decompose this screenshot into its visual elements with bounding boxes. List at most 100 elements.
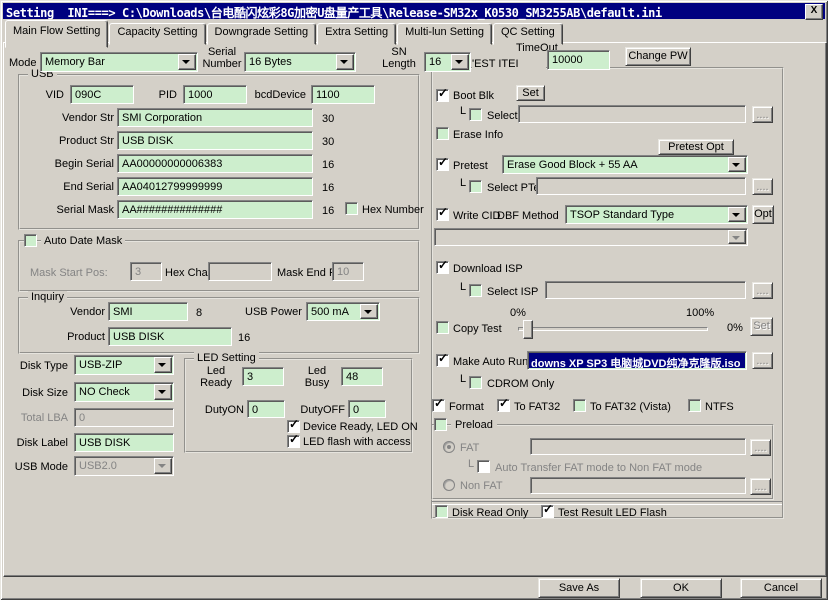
bcddevice-label: bcdDevice (240, 89, 306, 101)
chevron-down-icon[interactable] (154, 357, 172, 373)
to-fat32-label: To FAT32 (514, 401, 560, 413)
format-checkbox[interactable]: ✓ (432, 399, 445, 412)
inquiry-vendor-label: Vendor (30, 306, 105, 318)
dutyon-field[interactable]: 0 (247, 400, 285, 418)
usb-power-label: USB Power (245, 306, 302, 318)
product-str-count: 30 (322, 136, 334, 148)
led-flash-checkbox[interactable]: ✓ (287, 435, 300, 448)
sn-length-label: SN (376, 46, 422, 58)
write-cid-checkbox[interactable]: ✓ (436, 208, 449, 221)
to-fat32-vista-checkbox[interactable] (573, 399, 586, 412)
disk-type-select[interactable]: USB-ZIP (74, 355, 174, 375)
tree-connector: L (460, 105, 466, 117)
slider-min-label: 0% (510, 307, 526, 319)
dutyoff-field[interactable]: 0 (348, 400, 386, 418)
slider-max-label: 100% (686, 307, 714, 319)
cdrom-only-checkbox[interactable] (469, 376, 482, 389)
tab-multi-lun-setting[interactable]: Multi-lun Setting (397, 23, 492, 45)
mask-end-pos-field: 10 (332, 262, 364, 281)
preload-checkbox[interactable] (434, 418, 447, 431)
vendor-str-field[interactable]: SMI Corporation (117, 108, 313, 127)
usb-power-select[interactable]: 500 mA (306, 302, 380, 321)
cancel-button[interactable]: Cancel (740, 578, 822, 598)
tree-connector: L (460, 281, 466, 293)
close-button[interactable]: X (805, 4, 823, 20)
end-serial-field[interactable]: AA04012799999999 (117, 177, 313, 196)
chevron-down-icon[interactable] (154, 384, 172, 400)
bcddevice-field[interactable]: 1100 (311, 85, 375, 104)
led-busy-label: Led (297, 365, 337, 377)
begin-serial-label: Begin Serial (18, 158, 114, 170)
tab-capacity-setting[interactable]: Capacity Setting (109, 23, 205, 45)
to-fat32-checkbox[interactable]: ✓ (497, 399, 510, 412)
select-isp-label: Select ISP (487, 286, 538, 298)
ntfs-checkbox[interactable] (688, 399, 701, 412)
usb-mode-select: USB2.0 (74, 456, 174, 476)
serial-number-select[interactable]: 16 Bytes (244, 52, 356, 72)
inquiry-product-field[interactable]: USB DISK (108, 327, 232, 346)
pretest-opt-button[interactable]: Pretest Opt (658, 139, 734, 155)
boot-blk-checkbox[interactable]: ✓ (436, 89, 449, 102)
hex-number-checkbox[interactable] (345, 202, 358, 215)
copy-test-slider-thumb[interactable] (523, 320, 533, 339)
copy-test-checkbox[interactable] (436, 321, 449, 334)
usb-power-value: 500 mA (311, 306, 349, 318)
select-boot-path-field (518, 105, 746, 123)
pid-label: PID (145, 89, 177, 101)
pretest-select[interactable]: Erase Good Block + 55 AA (502, 155, 748, 174)
dbf-method-select[interactable]: TSOP Standard Type (565, 205, 748, 224)
chevron-down-icon[interactable] (728, 157, 746, 172)
pretest-checkbox[interactable]: ✓ (436, 158, 449, 171)
inquiry-vendor-field[interactable]: SMI (108, 302, 188, 321)
tab-main-flow-setting[interactable]: Main Flow Setting (5, 20, 108, 48)
tree-connector: L (468, 458, 474, 470)
chevron-down-icon[interactable] (360, 304, 378, 319)
select-boot-checkbox[interactable] (469, 108, 482, 121)
boot-blk-set-button[interactable]: Set (516, 85, 545, 101)
ntfs-label: NTFS (705, 401, 734, 413)
chevron-down-icon[interactable] (728, 207, 746, 222)
chevron-down-icon[interactable] (451, 54, 469, 70)
vendor-str-label: Vendor Str (18, 112, 114, 124)
chevron-down-icon[interactable] (178, 54, 196, 70)
product-str-field[interactable]: USB DISK (117, 131, 313, 150)
cid-opt-button[interactable]: Opt (752, 205, 774, 224)
auto-date-mask-checkbox[interactable] (24, 234, 37, 247)
auto-run-browse-button[interactable]: .... (752, 352, 773, 369)
tab-downgrade-setting[interactable]: Downgrade Setting (207, 23, 317, 45)
mode-select[interactable]: Memory Bar (40, 52, 198, 72)
dutyoff-label: DutyOFF (292, 404, 345, 416)
disk-read-only-checkbox[interactable] (435, 505, 448, 518)
tab-extra-setting[interactable]: Extra Setting (317, 23, 396, 45)
tab-strip: Main Flow Setting Capacity Setting Downg… (5, 23, 564, 43)
change-pw-button[interactable]: Change PW (625, 47, 691, 66)
select-ptest-checkbox[interactable] (469, 180, 482, 193)
auto-run-file-field[interactable]: downs XP SP3 电脑城DVD纯净克隆版.iso (527, 351, 747, 370)
led-ready-field[interactable]: 3 (242, 367, 284, 386)
serial-mask-field[interactable]: AA############## (117, 200, 313, 219)
fat-path-field (530, 438, 746, 455)
led-busy-field[interactable]: 48 (341, 367, 383, 386)
test-result-led-checkbox[interactable]: ✓ (541, 505, 554, 518)
serial-mask-label: Serial Mask (18, 204, 114, 216)
timeout-field[interactable]: 10000 (547, 50, 610, 70)
pid-field[interactable]: 1000 (183, 85, 247, 104)
save-as-button[interactable]: Save As (538, 578, 620, 598)
chevron-down-icon (154, 458, 172, 474)
download-isp-checkbox[interactable]: ✓ (436, 261, 449, 274)
hex-char-field[interactable] (208, 262, 272, 281)
download-isp-label: Download ISP (453, 263, 523, 275)
led-setting-title: LED Setting (194, 352, 259, 365)
sn-length-select[interactable]: 16 (424, 52, 471, 72)
make-auto-run-checkbox[interactable]: ✓ (436, 354, 449, 367)
chevron-down-icon[interactable] (336, 54, 354, 70)
copy-test-slider-track[interactable] (518, 327, 708, 331)
erase-info-checkbox[interactable] (436, 127, 449, 140)
disk-label-field[interactable]: USB DISK (74, 433, 174, 452)
copy-test-set-button: Set (750, 317, 773, 336)
select-isp-checkbox[interactable] (469, 284, 482, 297)
begin-serial-field[interactable]: AA00000000006383 (117, 154, 313, 173)
disk-size-select[interactable]: NO Check (74, 382, 174, 402)
vid-field[interactable]: 090C (70, 85, 134, 104)
ok-button[interactable]: OK (640, 578, 722, 598)
